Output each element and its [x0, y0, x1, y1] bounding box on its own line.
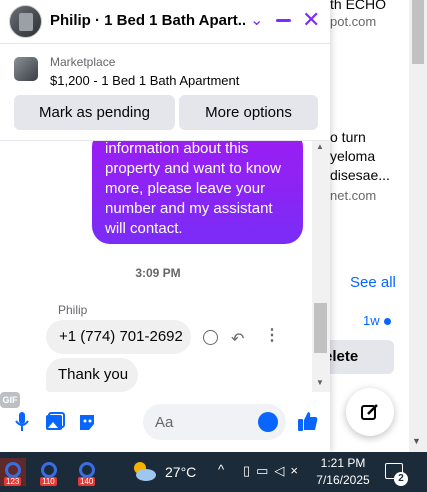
- chat-window: Philip · 1 Bed 1 Bath Apart... ⌄ ✕ Marke…: [0, 0, 330, 452]
- clock-time[interactable]: 1:21 PM: [318, 456, 368, 470]
- taskbar-app-1[interactable]: 123: [0, 458, 26, 486]
- scroll-up-icon[interactable]: ▲: [316, 142, 324, 151]
- photo-icon[interactable]: [45, 412, 65, 432]
- chevron-up-icon[interactable]: ^: [218, 462, 224, 477]
- marketplace-banner: Marketplace $1,200 - 1 Bed 1 Bath Apartm…: [0, 45, 330, 141]
- bg-title-fragment[interactable]: th ECHO: [330, 0, 386, 12]
- listing-title[interactable]: $1,200 - 1 Bed 1 Bath Apartment: [50, 73, 239, 88]
- page-scrollbar[interactable]: [409, 0, 427, 452]
- scroll-down-icon[interactable]: ▼: [316, 378, 324, 387]
- system-tray-icons[interactable]: ▯▭◁×: [243, 463, 304, 479]
- see-all-link[interactable]: See all: [350, 274, 396, 291]
- bg-url2-fragment: net.com: [330, 188, 377, 203]
- sticker-icon[interactable]: [77, 412, 97, 432]
- message-scrollbar[interactable]: [312, 141, 330, 392]
- page-scroll-thumb[interactable]: [412, 0, 424, 64]
- unread-dot: [384, 318, 391, 325]
- bg-article-fragment[interactable]: o turn yeloma disesae...: [330, 128, 390, 185]
- taskbar-app-2[interactable]: 110: [36, 458, 62, 486]
- more-options-button[interactable]: More options: [179, 95, 318, 130]
- listing-thumbnail[interactable]: [14, 57, 38, 81]
- app-icon: [5, 462, 21, 478]
- weather-cloud-icon[interactable]: [131, 460, 157, 482]
- chat-title[interactable]: Philip · 1 Bed 1 Bath Apart...: [50, 12, 245, 29]
- app-badge: 140: [78, 477, 96, 486]
- gif-icon[interactable]: GIF: [0, 392, 20, 408]
- taskbar-app-3[interactable]: 140: [74, 458, 100, 486]
- bg-url-fragment: pot.com: [330, 14, 377, 29]
- temperature[interactable]: 27°C: [165, 464, 196, 480]
- reply-icon[interactable]: ↶: [231, 329, 244, 349]
- time-ago: 1w: [363, 313, 380, 328]
- message-timestamp: 3:09 PM: [135, 266, 181, 280]
- message-list[interactable]: information about this property and want…: [0, 141, 312, 392]
- minimize-icon[interactable]: [276, 19, 291, 22]
- message-composer: GIF: [0, 392, 330, 452]
- app-badge: 123: [4, 477, 22, 486]
- right-panel: [320, 0, 409, 452]
- microphone-icon[interactable]: [15, 412, 29, 432]
- outgoing-message-bubble[interactable]: information about this property and want…: [92, 141, 303, 244]
- message-scroll-thumb[interactable]: [314, 303, 327, 353]
- notification-count: 2: [394, 472, 408, 486]
- marketplace-label: Marketplace: [50, 55, 116, 69]
- compose-icon: [361, 404, 378, 420]
- incoming-message-bubble[interactable]: +1 (774) 701-2692: [46, 320, 191, 354]
- sender-name: Philip: [58, 303, 88, 317]
- app-badge: 110: [40, 477, 57, 486]
- taskbar: 123 110 140 27°C ^ ▯▭◁× 1:21 PM 7/16/202…: [0, 452, 427, 492]
- app-icon: [41, 462, 57, 478]
- app-icon: [79, 462, 95, 478]
- chevron-down-icon[interactable]: ⌄: [250, 10, 263, 30]
- avatar[interactable]: [9, 5, 42, 38]
- mark-as-pending-button[interactable]: Mark as pending: [14, 95, 175, 130]
- new-message-button[interactable]: [346, 388, 394, 436]
- close-icon[interactable]: ✕: [302, 8, 320, 32]
- incoming-message-bubble[interactable]: Thank you: [46, 358, 138, 392]
- more-actions-icon[interactable]: ⋮: [264, 328, 280, 344]
- emoji-icon[interactable]: [258, 412, 278, 432]
- delete-button[interactable]: elete: [320, 340, 394, 374]
- react-emoji-icon[interactable]: [203, 330, 218, 345]
- clock-date[interactable]: 7/16/2025: [314, 473, 372, 487]
- page-scroll-down-icon[interactable]: ▼: [412, 436, 421, 446]
- thumbs-up-icon[interactable]: [297, 410, 319, 432]
- chat-header[interactable]: Philip · 1 Bed 1 Bath Apart... ⌄ ✕: [0, 0, 330, 44]
